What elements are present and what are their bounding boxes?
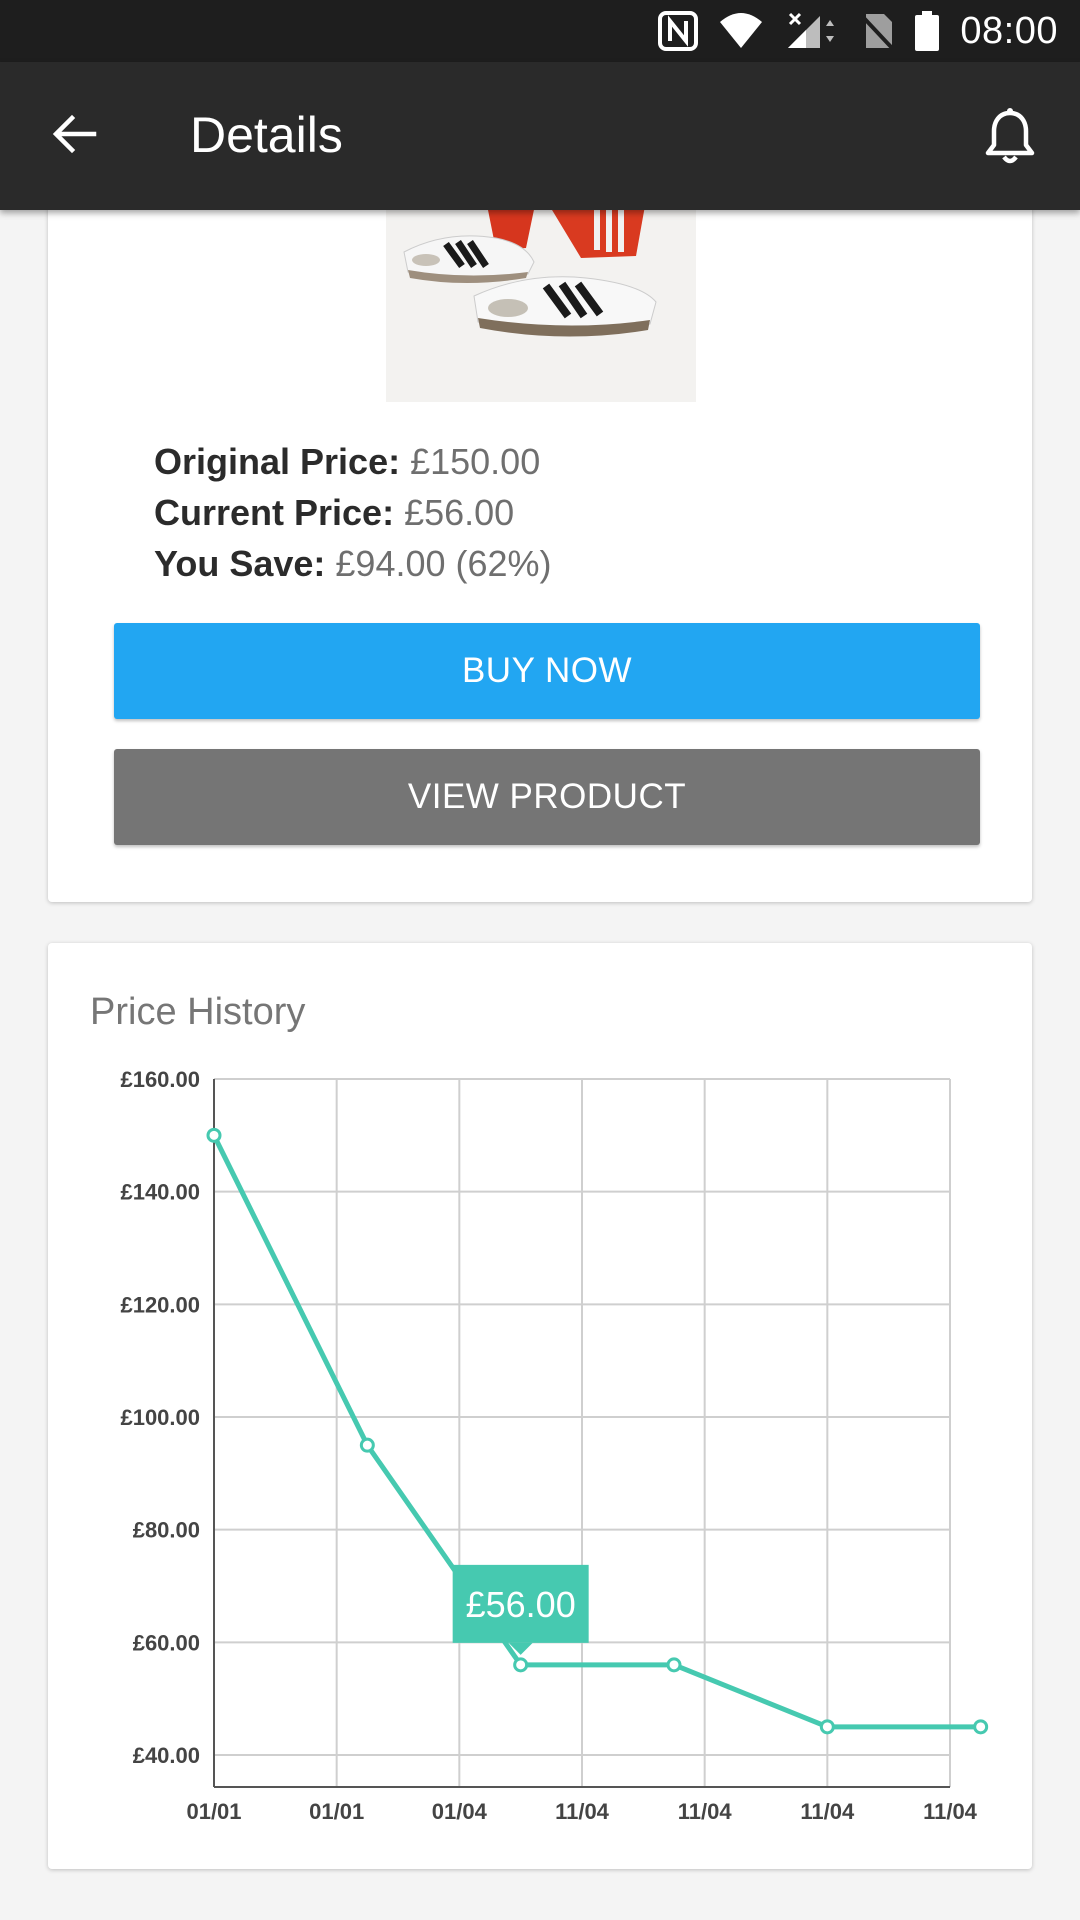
y-tick-label: £100.00	[120, 1405, 200, 1430]
data-point	[206, 1127, 222, 1143]
data-point	[666, 1657, 682, 1673]
x-tick-label: 01/01	[309, 1799, 364, 1824]
original-price-label: Original Price:	[154, 441, 401, 482]
signal-icon	[784, 12, 840, 50]
current-price-value: £56.00	[404, 492, 515, 533]
product-card: Original Price: £150.00 Current Price: £…	[48, 150, 1032, 902]
y-tick-label: £80.00	[133, 1518, 200, 1543]
buy-now-button[interactable]: BUY NOW	[114, 623, 980, 719]
view-product-button[interactable]: VIEW PRODUCT	[114, 749, 980, 845]
price-series-line	[211, 1134, 981, 1730]
x-tick-label: 01/01	[186, 1799, 241, 1824]
back-button[interactable]	[42, 104, 106, 168]
x-tick-label: 01/04	[432, 1799, 488, 1824]
status-time: 08:00	[960, 9, 1058, 52]
original-price-value: £150.00	[410, 441, 541, 482]
x-tick-label: 11/04	[923, 1799, 978, 1824]
notifications-button[interactable]	[974, 102, 1046, 174]
current-price-row: Current Price: £56.00	[154, 487, 552, 538]
you-save-value: £94.00 (62%)	[335, 543, 552, 584]
price-history-card: £40.00 £60.00 £80.00 £100.00 £120.00 £140.00 £…	[48, 943, 1032, 1869]
x-tick-label: 11/04	[800, 1799, 855, 1824]
data-point	[819, 1719, 835, 1735]
arrow-back-icon	[50, 110, 98, 163]
bell-icon	[984, 107, 1036, 170]
x-tick-label: 11/04	[678, 1799, 733, 1824]
you-save-label: You Save:	[154, 543, 326, 584]
y-tick-label: £120.00	[120, 1292, 200, 1317]
price-summary: Original Price: £150.00 Current Price: £…	[154, 436, 552, 589]
you-save-row: You Save: £94.00 (62%)	[154, 538, 552, 589]
y-tick-label: £40.00	[133, 1743, 200, 1768]
status-bar: 08:00	[0, 0, 1080, 62]
y-tick-label: £160.00	[120, 1067, 200, 1092]
chart-title: Price History	[90, 991, 306, 1033]
data-point	[513, 1657, 529, 1673]
y-tick-label: £60.00	[133, 1630, 200, 1655]
data-point	[973, 1719, 989, 1735]
page-title: Details	[190, 107, 343, 163]
no-sim-icon	[860, 12, 894, 50]
status-icons: 08:00	[658, 0, 1058, 62]
product-image	[386, 210, 696, 402]
price-history-chart: £40.00 £60.00 £80.00 £100.00 £120.00 £140.00 £…	[120, 1067, 989, 1824]
y-tick-label: £140.00	[120, 1180, 200, 1205]
battery-icon	[914, 11, 940, 51]
original-price-row: Original Price: £150.00	[154, 436, 552, 487]
app-bar: Details	[0, 62, 1080, 210]
nfc-icon	[658, 11, 699, 51]
wifi-icon	[718, 12, 764, 50]
data-point	[359, 1437, 375, 1453]
x-tick-label: 11/04	[555, 1799, 610, 1824]
current-price-label: Current Price:	[154, 492, 395, 533]
tooltip-label: £56.00	[466, 1584, 576, 1625]
